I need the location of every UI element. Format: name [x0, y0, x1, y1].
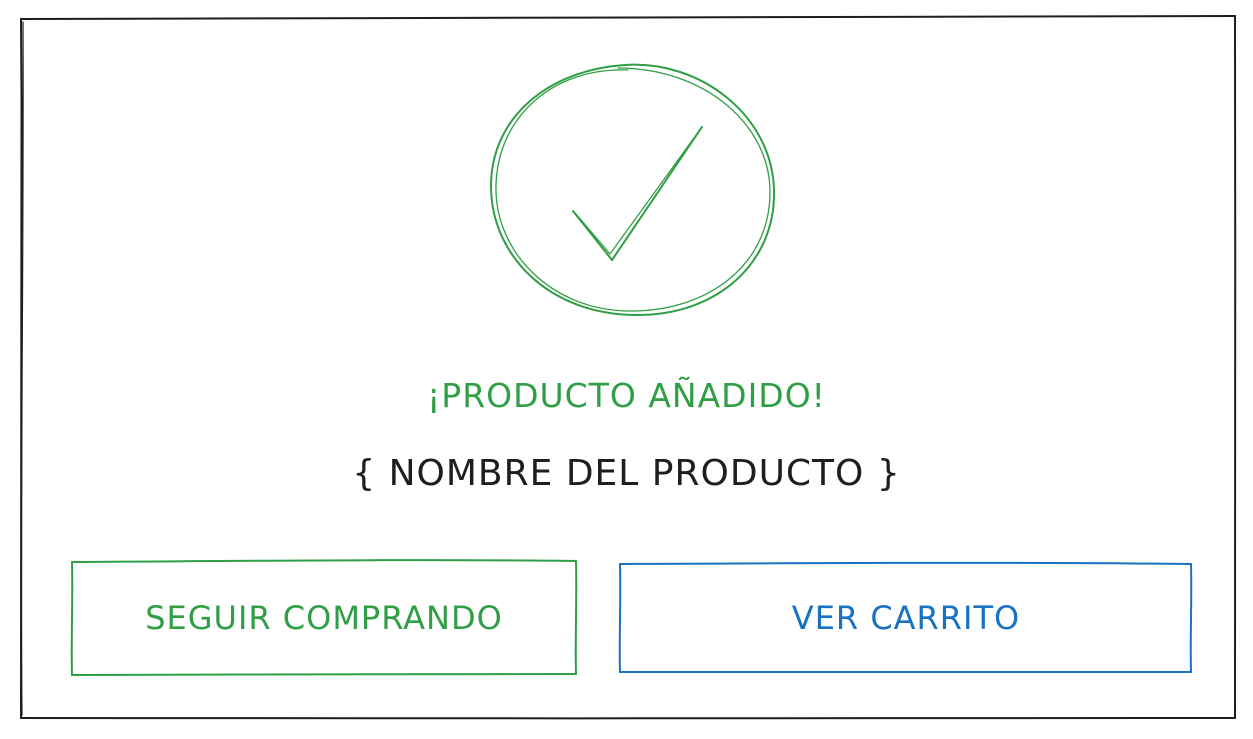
continue-shopping-label: SEGUIR COMPRANDO	[145, 599, 503, 637]
product-name: { NOMBRE DEL PRODUCTO }	[352, 453, 901, 494]
view-cart-label: VER CARRITO	[791, 599, 1021, 637]
check-circle-icon	[489, 63, 776, 317]
view-cart-button[interactable]: VER CARRITO	[620, 564, 1192, 672]
continue-shopping-button[interactable]: SEGUIR COMPRANDO	[72, 562, 576, 674]
dialog-title: ¡PRODUCTO AÑADIDO!	[427, 376, 826, 415]
